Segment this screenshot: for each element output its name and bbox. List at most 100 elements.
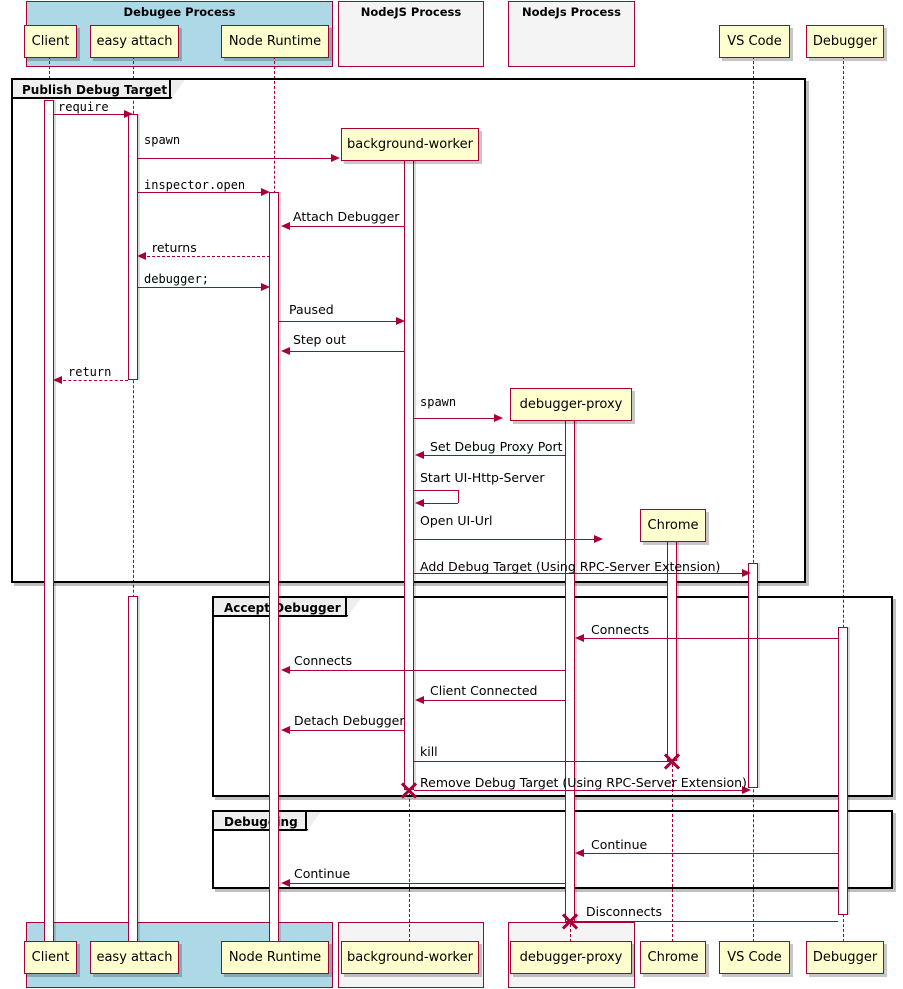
message-remove-debug-target-label: Remove Debug Target (Using RPC-Server Ex… [420, 775, 747, 790]
message-continue-debugger-arrow [575, 849, 584, 857]
message-return-arrow [53, 376, 62, 384]
activation-client [44, 100, 54, 942]
message-spawn2-line [414, 418, 497, 419]
message-require-label: require [58, 100, 109, 114]
participant-chrome-bottom-label: Chrome [647, 950, 699, 965]
participant-client-bottom-label: Client [31, 950, 70, 965]
destroy-marker-bgworker [399, 780, 419, 800]
destroy-marker-dbgproxy [560, 911, 580, 931]
message-spawn1-line [138, 158, 334, 159]
message-connects-proxy-line [284, 670, 566, 671]
participant-dbgproxy-bottom-label: debugger-proxy [519, 950, 623, 965]
message-spawn1-arrow [331, 154, 340, 162]
message-returns-line [142, 256, 270, 257]
participant-debugger-top[interactable]: Debugger [806, 25, 884, 58]
activation-easyattach [128, 114, 138, 380]
message-continue-debugger-line [579, 853, 838, 854]
message-start-ui-http-server-top [414, 490, 458, 491]
message-open-ui-url-arrow [594, 535, 603, 543]
message-disconnects-label: Disconnects [586, 904, 662, 919]
participant-bgworker-created-label: background-worker [347, 137, 473, 152]
message-returns-arrow [137, 252, 146, 260]
participant-client-top-label: Client [31, 34, 70, 49]
message-debugger-stmt-line [138, 287, 266, 288]
sequence-diagram-canvas: Debugee Process NodeJS Process NodeJs Pr… [0, 0, 903, 989]
participant-easyattach-bottom[interactable]: easy attach [90, 941, 179, 974]
group-publish-title: Publish Debug Target [22, 83, 168, 97]
message-start-ui-http-server-side [458, 490, 459, 503]
message-start-ui-http-server-bottom [420, 503, 458, 504]
participant-dbgproxy-created[interactable]: debugger-proxy [510, 388, 632, 421]
participant-vscode-bottom[interactable]: VS Code [719, 941, 790, 974]
message-paused-line [279, 321, 402, 322]
message-connects-debugger-arrow [575, 634, 584, 642]
message-set-debug-proxy-port-label: Set Debug Proxy Port [430, 439, 563, 454]
message-disconnects-line [575, 921, 838, 922]
message-continue-proxy-label: Continue [294, 866, 351, 881]
message-return-line [58, 380, 128, 381]
message-add-debug-target-label: Add Debug Target (Using RPC-Server Exten… [420, 559, 721, 574]
participant-noderuntime-bottom[interactable]: Node Runtime [221, 941, 329, 974]
participant-debugger-top-label: Debugger [812, 34, 878, 49]
message-add-debug-target-arrow [742, 569, 751, 577]
participant-chrome-created[interactable]: Chrome [640, 509, 706, 542]
message-start-ui-http-server-arrow [415, 499, 424, 507]
participant-client-bottom[interactable]: Client [24, 941, 77, 974]
participant-noderuntime-top[interactable]: Node Runtime [221, 25, 329, 58]
group-accept-title: Accept Debugger [224, 601, 341, 615]
message-paused-arrow [396, 317, 405, 325]
participant-vscode-top[interactable]: VS Code [719, 25, 790, 58]
message-attach-debugger-arrow [281, 222, 290, 230]
message-remove-debug-target-line [414, 790, 745, 791]
message-debugger-stmt-label: debugger; [144, 272, 210, 286]
participant-vscode-top-label: VS Code [727, 34, 782, 49]
participant-client-top[interactable]: Client [24, 25, 77, 58]
message-connects-proxy-label: Connects [294, 653, 353, 668]
message-inspector-open-arrow [261, 188, 270, 196]
activation-bgworker [404, 158, 414, 790]
message-step-out-label: Step out [293, 332, 346, 347]
message-attach-debugger-label: Attach Debugger [293, 209, 400, 224]
participant-chrome-bottom[interactable]: Chrome [640, 941, 706, 974]
message-spawn1-label: spawn [144, 133, 181, 147]
participant-debugger-bottom[interactable]: Debugger [806, 941, 884, 974]
message-spawn2-label: spawn [420, 395, 457, 409]
participant-dbgproxy-bottom[interactable]: debugger-proxy [510, 941, 632, 974]
message-returns-label: returns [152, 240, 197, 255]
message-set-debug-proxy-port-arrow [415, 451, 424, 459]
participant-noderuntime-top-label: Node Runtime [228, 34, 322, 49]
message-require-line [54, 114, 126, 115]
message-open-ui-url-line [414, 539, 597, 540]
activation-easyattach2 [128, 596, 138, 942]
message-start-ui-http-server-label: Start UI-Http-Server [420, 470, 545, 485]
message-open-ui-url-label: Open UI-Url [420, 513, 493, 528]
group-accept-debugger [212, 596, 893, 797]
message-attach-debugger-line [284, 226, 405, 227]
message-spawn2-arrow [494, 414, 503, 422]
message-detach-debugger-arrow [281, 726, 290, 734]
process-box-nodejs-lower-label: NodeJs Process [522, 5, 621, 19]
message-connects-debugger-label: Connects [591, 622, 650, 637]
participant-bgworker-bottom[interactable]: background-worker [341, 941, 479, 974]
participant-noderuntime-bottom-label: Node Runtime [228, 950, 322, 965]
process-box-nodejs-upper-label: NodeJS Process [360, 5, 462, 19]
group-debugging-title: Debugging [224, 815, 298, 829]
message-client-connected-line [418, 700, 566, 701]
message-continue-debugger-label: Continue [591, 837, 648, 852]
message-require-arrow [124, 110, 133, 118]
participant-easyattach-bottom-label: easy attach [96, 950, 173, 965]
activation-dbgproxy [565, 418, 575, 922]
participant-chrome-created-label: Chrome [647, 518, 699, 533]
participant-bgworker-bottom-label: background-worker [347, 950, 473, 965]
participant-easyattach-top[interactable]: easy attach [90, 25, 179, 58]
activation-debugger [838, 627, 848, 915]
activation-noderuntime [269, 192, 279, 942]
message-connects-proxy-arrow [281, 666, 290, 674]
message-connects-debugger-line [579, 638, 838, 639]
participant-bgworker-created[interactable]: background-worker [341, 128, 479, 161]
message-continue-proxy-line [284, 883, 566, 884]
participant-dbgproxy-created-label: debugger-proxy [519, 397, 623, 412]
participant-easyattach-top-label: easy attach [96, 34, 173, 49]
message-kill-line [414, 761, 672, 762]
message-inspector-open-label: inspector.open [144, 178, 246, 192]
